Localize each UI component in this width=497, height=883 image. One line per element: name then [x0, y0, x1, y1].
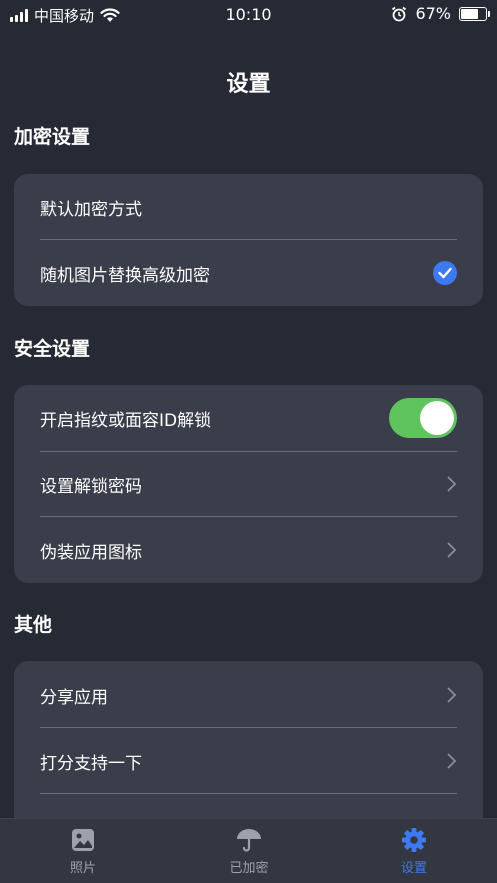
page-title: 设置 — [226, 72, 271, 97]
tab-settings[interactable]: 设置 — [331, 827, 497, 876]
other-card: 分享应用 打分支持一下 — [14, 661, 483, 831]
divider — [40, 727, 457, 728]
alarm-icon — [392, 6, 407, 21]
row-label: 随机图片替换高级加密 — [40, 265, 210, 286]
tab-photos[interactable]: 照片 — [0, 827, 166, 876]
section-title-encryption: 加密设置 — [14, 126, 91, 148]
row-disguise-app-icon[interactable]: 伪装应用图标 — [40, 534, 457, 566]
battery-icon — [459, 6, 490, 21]
chevron-right-icon — [447, 542, 457, 558]
battery-fill — [461, 8, 479, 19]
chevron-right-icon — [447, 687, 457, 703]
toggle-knob — [420, 401, 454, 435]
battery-percent: 67% — [415, 4, 451, 23]
row-biometric-unlock[interactable]: 开启指纹或面容ID解锁 — [40, 398, 457, 438]
gear-icon — [402, 828, 426, 852]
photo-icon — [72, 829, 94, 851]
divider — [40, 451, 457, 452]
row-label: 开启指纹或面容ID解锁 — [40, 410, 212, 431]
row-share-app[interactable]: 分享应用 — [40, 679, 457, 711]
tab-label: 设置 — [400, 861, 427, 876]
security-card: 开启指纹或面容ID解锁 设置解锁密码 伪装应用图标 — [14, 385, 483, 583]
chevron-right-icon — [447, 476, 457, 492]
divider — [40, 239, 457, 240]
divider — [40, 516, 457, 517]
status-bar: 中国移动 10:10 67% — [0, 0, 497, 30]
umbrella-icon — [237, 828, 261, 852]
biometric-toggle[interactable] — [389, 398, 457, 438]
chevron-right-icon — [447, 753, 457, 769]
row-label: 默认加密方式 — [40, 199, 142, 220]
row-default-encryption[interactable]: 默认加密方式 — [40, 191, 457, 223]
tab-bar: 照片 已加密 设置 — [0, 818, 497, 883]
encryption-card: 默认加密方式 随机图片替换高级加密 — [14, 174, 483, 306]
row-label: 伪装应用图标 — [40, 542, 142, 563]
row-label: 分享应用 — [40, 687, 108, 708]
tab-encrypted[interactable]: 已加密 — [166, 827, 332, 876]
section-title-security: 安全设置 — [14, 338, 91, 360]
tab-label: 照片 — [69, 861, 96, 876]
checkmark-icon[interactable] — [433, 261, 457, 285]
divider — [40, 793, 457, 794]
row-label: 设置解锁密码 — [40, 476, 142, 497]
row-set-unlock-password[interactable]: 设置解锁密码 — [40, 468, 457, 500]
status-right: 67% — [391, 4, 490, 23]
row-rate-app[interactable]: 打分支持一下 — [40, 745, 457, 777]
row-label: 打分支持一下 — [40, 753, 142, 774]
section-title-other: 其他 — [14, 614, 53, 636]
tab-label: 已加密 — [229, 861, 269, 876]
row-random-image-encryption[interactable]: 随机图片替换高级加密 — [40, 257, 457, 289]
